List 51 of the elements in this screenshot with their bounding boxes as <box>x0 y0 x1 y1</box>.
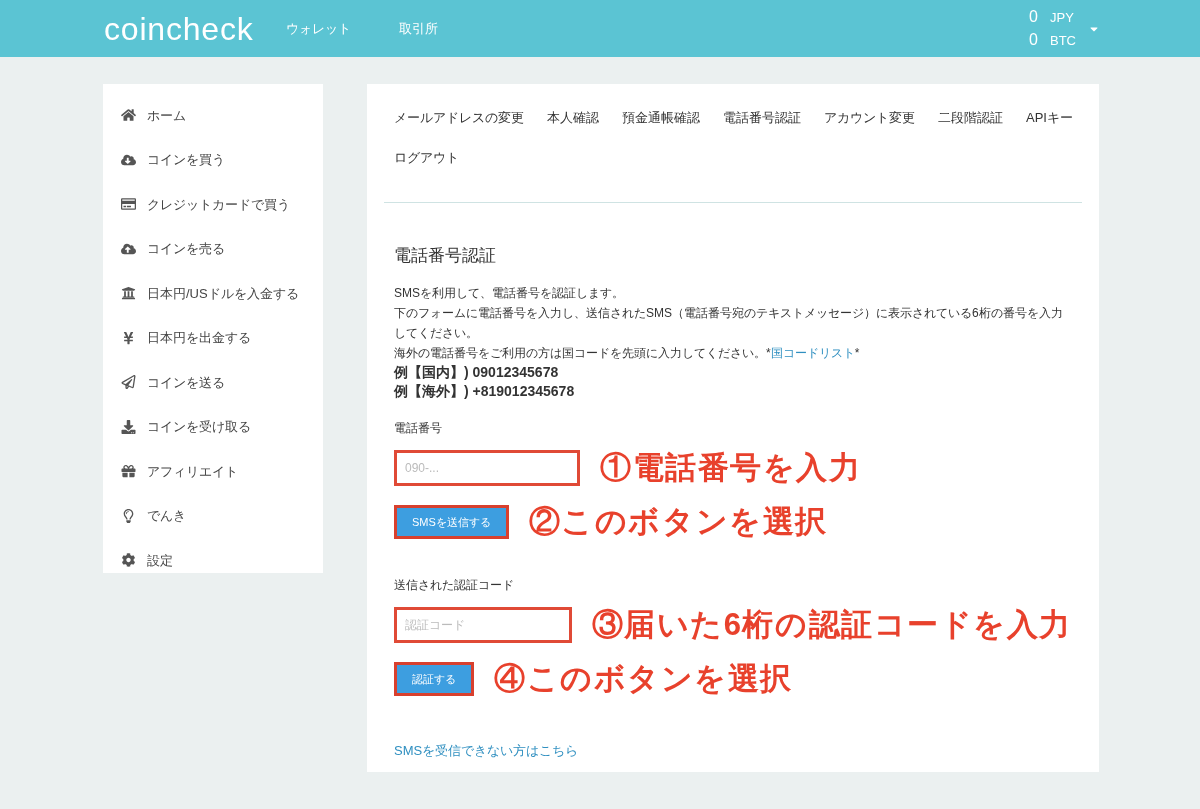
credit-card-icon <box>121 197 136 212</box>
field-label: 送信された認証コード <box>394 577 514 592</box>
sidebar-item[interactable]: クレジットカードで買う <box>103 182 323 227</box>
sidebar-item[interactable]: アフィリエイト <box>103 449 323 494</box>
settings-tab[interactable]: 二段階認証 <box>938 98 1003 138</box>
balance-amount: 0 <box>1029 6 1038 27</box>
cloud-upload-icon <box>121 241 136 256</box>
yen-icon <box>121 330 136 345</box>
cloud-download-icon <box>121 152 136 167</box>
description-text: 下のフォームに電話番号を入力し、送信されたSMS（電話番号宛のテキストメッセージ）に表示されている6桁の番号を入力してください。 <box>394 304 1064 342</box>
sidebar-item[interactable]: 日本円を出金する <box>103 315 323 360</box>
settings-icon <box>121 553 136 568</box>
description-text: SMSを利用して、電話番号を認証します。 <box>394 284 625 302</box>
text-input[interactable]: 090-... <box>394 449 580 486</box>
help-link[interactable]: SMSを受信できない方はこちら <box>394 740 579 760</box>
annotation-text: ②このボタンを選択 <box>528 503 828 541</box>
sidebar-item[interactable]: 日本円/USドルを入金する <box>103 271 323 316</box>
text-input[interactable]: 認証コード <box>394 606 572 643</box>
sidebar-item[interactable]: でんき <box>103 493 323 538</box>
example-text: 例【国内】) 09012345678 <box>394 362 560 382</box>
settings-tab[interactable]: 預金通帳確認 <box>622 98 700 138</box>
settings-tab[interactable]: アカウント変更 <box>824 98 915 138</box>
settings-tab[interactable]: 電話番号認証 <box>723 98 801 138</box>
gift-icon <box>121 464 136 479</box>
settings-tab[interactable]: ログアウト <box>394 138 459 178</box>
annotation-text: ①電話番号を入力 <box>600 448 862 487</box>
bank-icon <box>121 286 136 301</box>
field-label: 電話番号 <box>394 420 442 435</box>
home-icon <box>121 108 136 123</box>
sidebar-item[interactable]: コインを売る <box>103 226 323 271</box>
currency-label: BTC <box>1050 31 1076 50</box>
paper-plane-icon <box>121 375 136 390</box>
download-icon <box>121 419 136 434</box>
sidebar-item[interactable]: コインを買う <box>103 137 323 182</box>
sidebar-item[interactable]: コインを送る <box>103 360 323 405</box>
annotation-text: ③届いた6桁の認証コードを入力 <box>591 605 1072 644</box>
section-title: 電話番号認証 <box>394 245 497 267</box>
sidebar-item[interactable]: 設定 <box>103 538 323 583</box>
sidebar-item[interactable]: ホーム <box>103 93 323 138</box>
sidebar-item[interactable]: コインを受け取る <box>103 404 323 449</box>
currency-label: JPY <box>1050 8 1074 27</box>
description-text: 海外の電話番号をご利用の方は国コードを先頭に入力してください。*国コードリスト* <box>394 344 861 362</box>
logo: coincheck <box>104 9 254 49</box>
settings-tab[interactable]: 本人確認 <box>547 98 599 138</box>
balance-amount: 0 <box>1029 29 1038 50</box>
example-text: 例【海外】) +819012345678 <box>394 381 576 401</box>
annotation-text: ④このボタンを選択 <box>494 660 793 698</box>
settings-tab[interactable]: メールアドレスの変更 <box>394 98 524 138</box>
lightbulb-icon <box>121 508 136 523</box>
country-code-link[interactable]: 国コードリスト <box>770 345 855 360</box>
settings-tab[interactable]: APIキー <box>1026 98 1073 138</box>
